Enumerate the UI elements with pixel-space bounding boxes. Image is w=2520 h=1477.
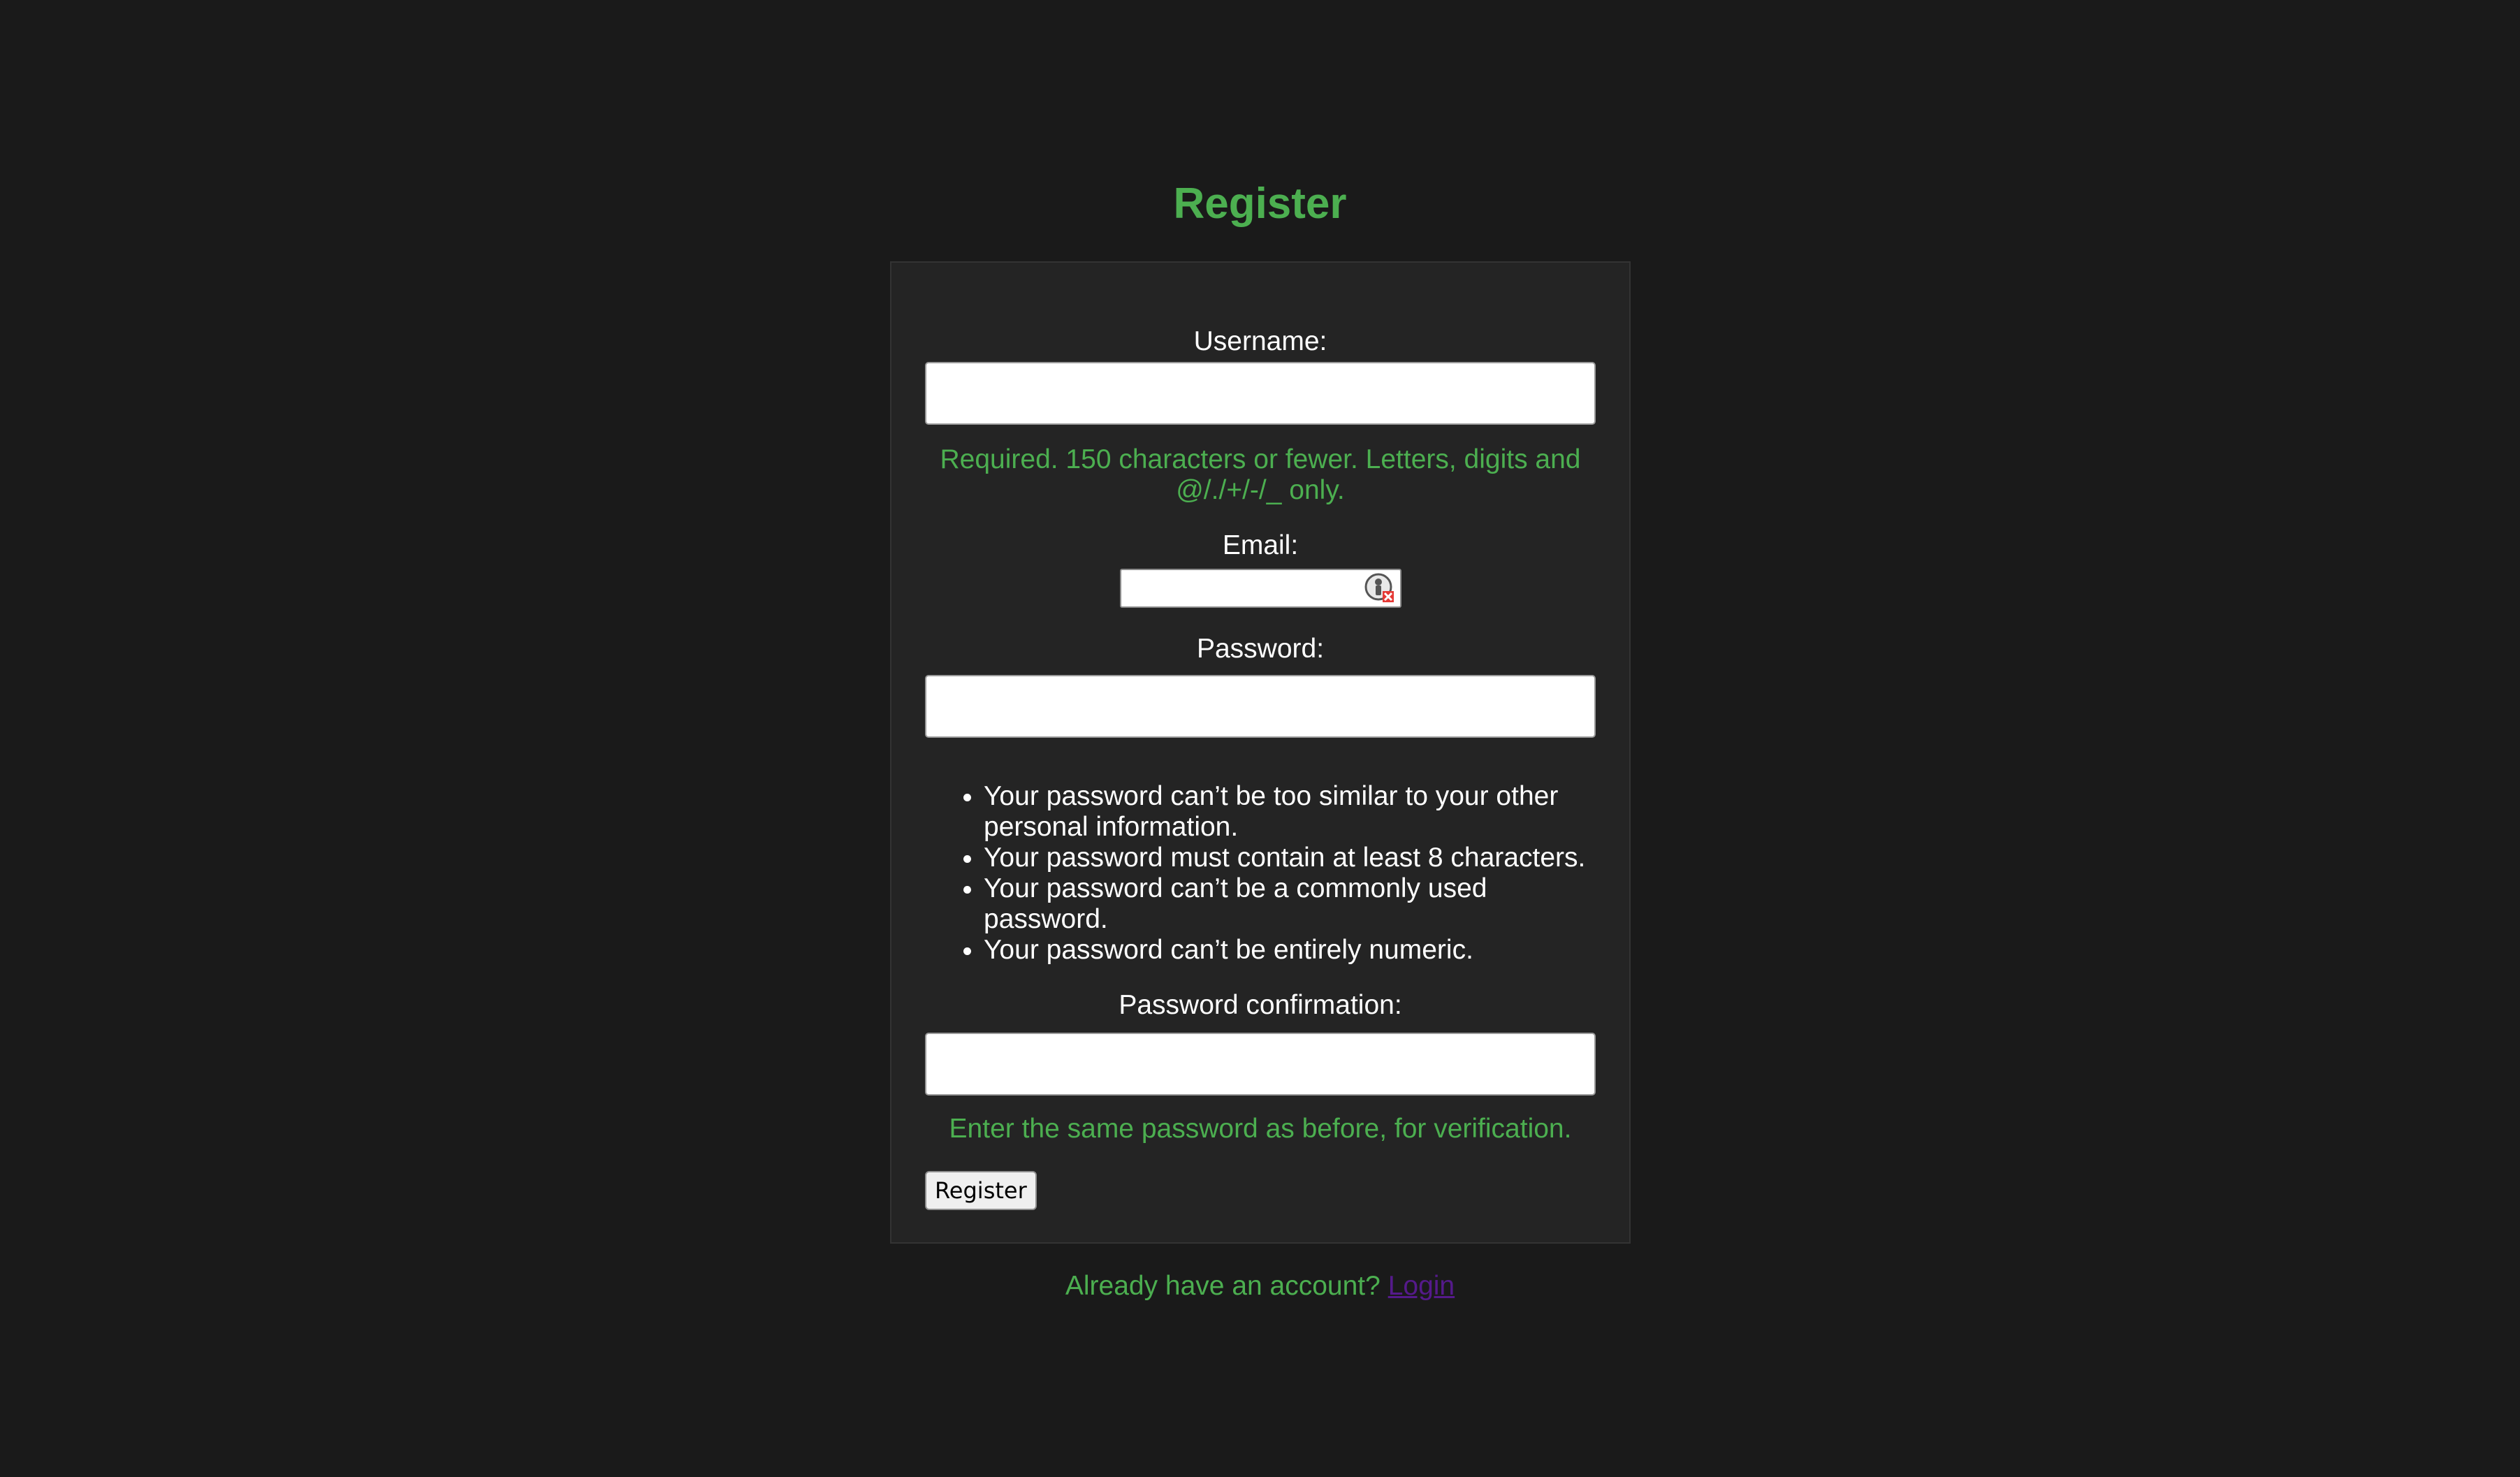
login-prompt-text: Already have an account? — [1065, 1271, 1381, 1301]
password-rule: Your password can’t be a commonly used p… — [984, 873, 1605, 935]
login-link[interactable]: Login — [1388, 1271, 1455, 1301]
email-input[interactable] — [1121, 570, 1359, 606]
register-button[interactable]: Register — [925, 1171, 1037, 1210]
username-help-text: Required. 150 characters or fewer. Lette… — [940, 444, 1581, 505]
page-title: Register — [1173, 180, 1347, 228]
password-label: Password: — [1196, 634, 1325, 664]
username-input[interactable] — [925, 362, 1596, 425]
password-confirmation-label: Password confirmation: — [1119, 990, 1402, 1020]
password-manager-icon[interactable] — [1364, 573, 1395, 604]
email-field-wrapper — [1120, 569, 1401, 608]
password-rule: Your password can’t be too similar to yo… — [984, 781, 1605, 843]
password-confirmation-help-text: Enter the same password as before, for v… — [949, 1114, 1572, 1144]
register-page: Register Username: Required. 150 charact… — [0, 0, 2520, 1477]
username-label: Username: — [1193, 326, 1327, 356]
password-input[interactable] — [925, 675, 1596, 738]
password-rule: Your password must contain at least 8 ch… — [984, 843, 1605, 873]
login-prompt: Already have an account? Login — [0, 1269, 2520, 1304]
password-confirmation-input[interactable] — [925, 1033, 1596, 1096]
email-label: Email: — [1222, 530, 1299, 560]
password-rule: Your password can’t be entirely numeric. — [984, 935, 1605, 966]
password-rules-list: Your password can’t be too similar to yo… — [956, 781, 1605, 966]
register-form-card: Username: Required. 150 characters or fe… — [890, 261, 1631, 1244]
